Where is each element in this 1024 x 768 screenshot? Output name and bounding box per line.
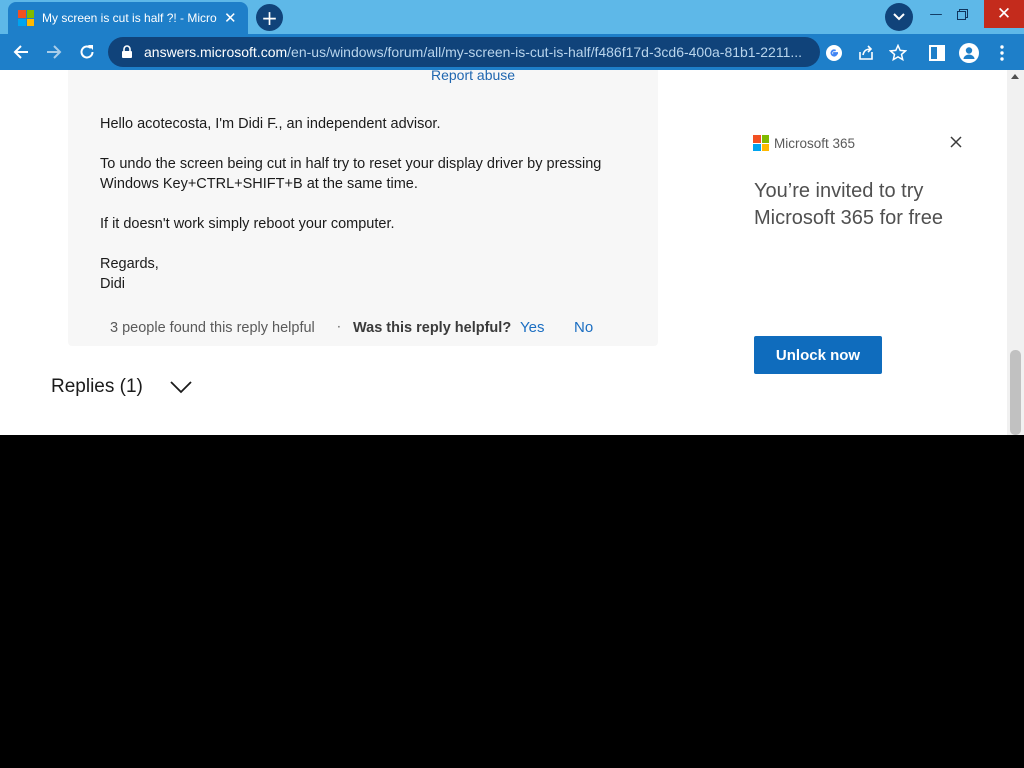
side-panel-toggle-icon [929,45,945,61]
ad-headline-line: You’re invited to try [754,180,924,202]
google-g-icon [826,45,842,61]
person-icon [959,43,979,63]
helpful-yes-button[interactable]: Yes [520,319,544,336]
answer-author: Didi [100,276,125,292]
microsoft-logo-icon [753,135,769,151]
browser-tab[interactable]: My screen is cut is half ?! - Micro ✕ [8,2,248,34]
answer-paragraph: Hello acotecosta, I'm Didi F., an indepe… [100,116,441,132]
ad-brand-logo: Microsoft 365 [753,135,855,151]
page-content: Report abuse Hello acotecosta, I'm Didi … [0,70,1024,435]
star-icon [889,44,907,62]
helpful-count: 3 people found this reply helpful [110,320,315,336]
tab-close-icon[interactable]: ✕ [224,10,237,26]
helpful-no-button[interactable]: No [574,319,593,336]
helpful-question: Was this reply helpful? [353,320,512,336]
reload-icon [80,45,94,59]
scrollbar-thumb[interactable] [1010,350,1021,435]
replies-heading[interactable]: Replies (1) [51,376,143,398]
unlock-now-button[interactable]: Unlock now [754,336,882,374]
answer-paragraph: Windows Key+CTRL+SHIFT+B at the same tim… [100,176,418,192]
tab-title: My screen is cut is half ?! - Micro [42,11,217,25]
tab-search-button[interactable] [885,3,913,31]
share-arrow-icon [859,45,873,60]
ad-close-icon[interactable] [948,134,964,150]
answer-signoff: Regards, [100,256,159,272]
answer-paragraph: If it doesn't work simply reboot your co… [100,216,395,232]
reload-button[interactable] [75,40,99,64]
ad-headline-line: Microsoft 365 for free [754,207,943,229]
report-abuse-link[interactable]: Report abuse [431,70,515,83]
microsoft-favicon-icon [18,10,34,26]
url-text: answers.microsoft.com/en-us/windows/foru… [144,44,802,60]
url-path: /en-us/windows/forum/all/my-screen-is-cu… [287,44,803,60]
three-dots-icon [1000,45,1004,61]
answer-card [68,70,658,346]
ad-headline: You’re invited to try Microsoft 365 for … [754,178,974,232]
back-button[interactable] [9,40,33,64]
lock-icon[interactable] [120,45,134,59]
bookmark-star-icon[interactable] [887,42,909,64]
google-icon[interactable] [823,42,845,64]
new-tab-button[interactable]: + [256,4,283,31]
separator-dot: · [337,320,341,334]
scroll-up-arrow-icon[interactable] [1011,74,1019,79]
restore-button[interactable] [947,0,977,28]
page-scrollbar[interactable] [1007,70,1024,435]
menu-kebab-icon[interactable] [991,42,1013,64]
chevron-down-icon [893,13,905,21]
side-panel-icon[interactable] [926,42,948,64]
ad-brand-name: Microsoft 365 [774,135,856,151]
answer-paragraph: To undo the screen being cut in half try… [100,156,602,172]
forward-button[interactable] [42,40,66,64]
share-icon[interactable] [855,42,877,64]
chevron-down-icon[interactable] [170,380,192,394]
restore-icon [956,8,968,20]
browser-titlebar: My screen is cut is half ?! - Micro ✕ + … [0,0,1024,34]
back-arrow-icon [13,45,28,59]
forward-arrow-icon [47,45,62,59]
url-host: answers.microsoft.com [144,44,288,60]
address-bar[interactable]: answers.microsoft.com/en-us/windows/foru… [108,37,820,67]
window-close-button[interactable]: ✕ [984,0,1024,28]
profile-avatar-icon[interactable] [958,42,980,64]
